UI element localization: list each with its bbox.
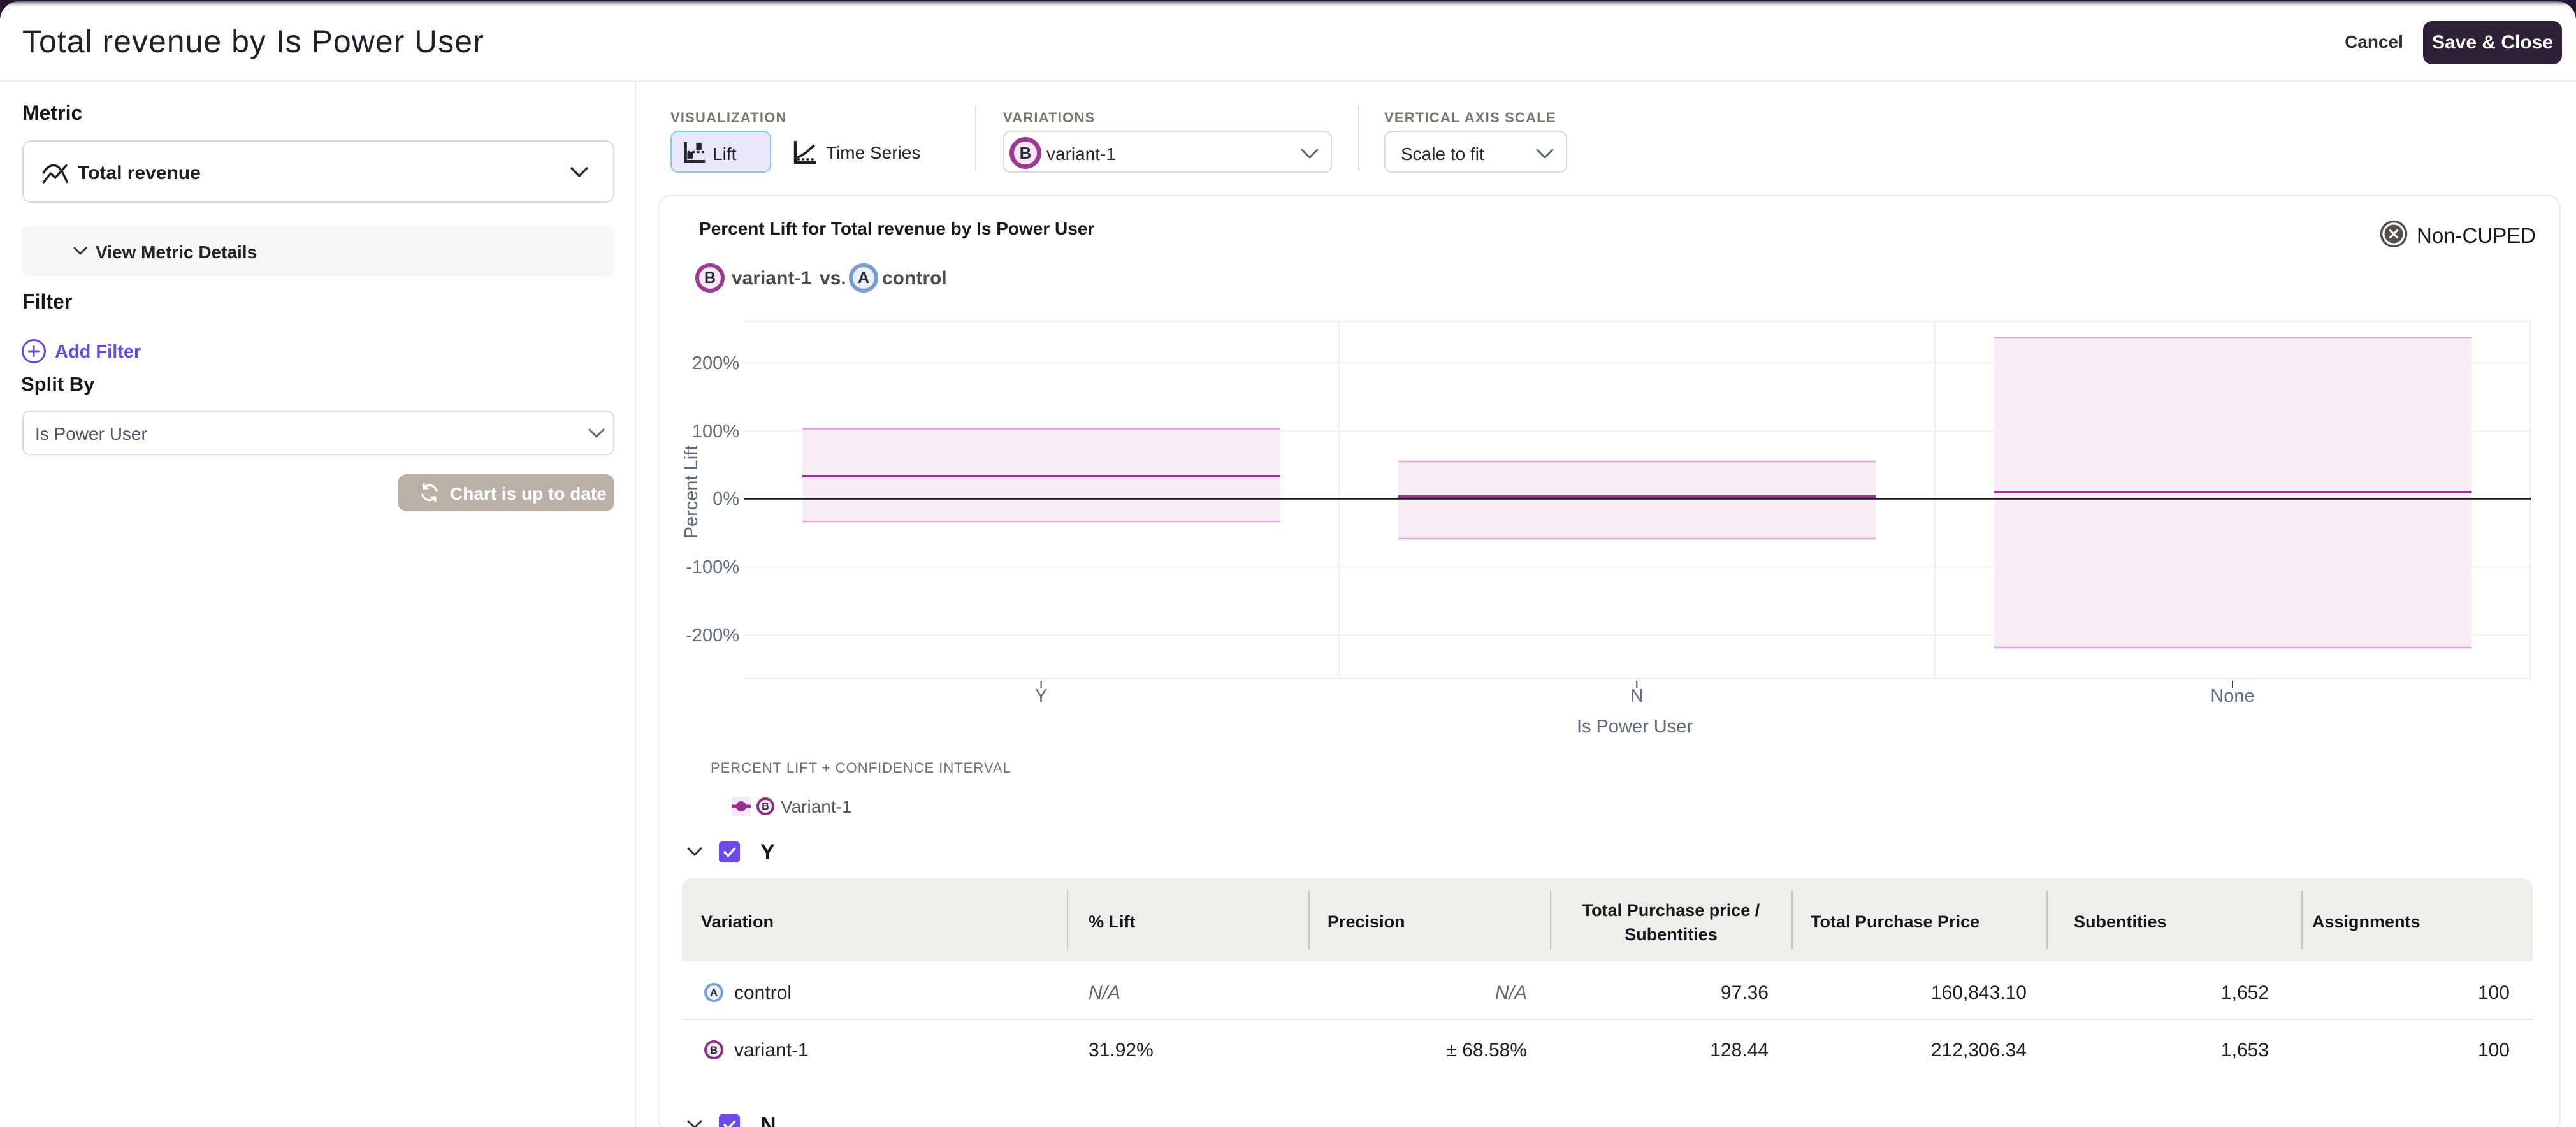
svg-text:-100%: -100%: [686, 557, 739, 578]
svg-text:100%: 100%: [692, 421, 739, 442]
svg-text:Y: Y: [1035, 686, 1047, 706]
svg-text:None: None: [2210, 686, 2254, 706]
svg-text:200%: 200%: [692, 353, 739, 374]
svg-text:Is Power User: Is Power User: [1577, 716, 1693, 737]
svg-text:Percent Lift: Percent Lift: [681, 446, 702, 539]
svg-text:0%: 0%: [713, 489, 739, 509]
svg-text:-200%: -200%: [686, 625, 739, 646]
svg-text:N: N: [1630, 686, 1644, 706]
